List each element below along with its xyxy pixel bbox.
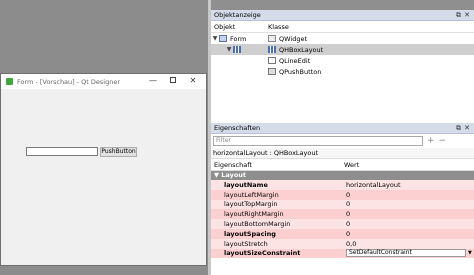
chevron-down-icon[interactable]: ▼ [225,46,233,53]
property-name: layoutLeftMargin [211,189,344,200]
property-row[interactable]: layoutLeftMargin 0 [211,189,474,200]
form-icon [219,35,227,42]
tree-row-pushbutton[interactable]: QPushButton [211,66,474,77]
tree-class-name: QWidget [279,34,308,43]
tree-row-lineedit[interactable]: QLineEdit [211,55,474,66]
size-constraint-dropdown[interactable]: SetDefaultConstraint [346,249,466,258]
tree-class-name: QHBoxLayout [279,45,324,54]
property-name: layoutRightMargin [211,209,344,220]
float-icon[interactable]: ⧉ [456,11,461,20]
tree-object-name: Form [230,34,247,43]
property-name: layoutBottomMargin [211,219,344,229]
section-title: Layout [221,171,247,179]
property-row[interactable]: layoutStretch 0,0 [211,238,474,249]
close-icon[interactable]: ✕ [464,124,470,132]
property-value[interactable]: 0 [344,228,474,239]
object-inspector-header: Objektanzeige ⧉ ✕ [211,10,474,21]
property-value[interactable]: 0,0 [344,238,474,249]
qt-designer-icon [6,78,13,85]
widget-icon [268,35,276,42]
property-row[interactable]: layoutName horizontalLayout [211,180,474,190]
property-editor-header: Eigenschaften ⧉ ✕ [211,123,474,134]
property-name: layoutName [211,180,344,190]
property-name: layoutTopMargin [211,199,344,210]
property-columns: Eigenschaft Wert [211,159,474,171]
minimize-icon[interactable]: — [148,76,158,86]
line-edit-icon [268,57,276,64]
hbox-layout-icon [233,46,241,53]
plus-icon[interactable]: + [427,136,435,146]
tree-row-form[interactable]: ▼ Form QWidget [211,33,474,44]
property-editor-panel: Eigenschaften ⧉ ✕ Filter + − horizontalL… [211,123,474,275]
object-inspector-panel: Objektanzeige ⧉ ✕ Objekt Klasse ▼ Form Q… [211,10,474,124]
property-row[interactable]: layoutRightMargin 0 [211,209,474,220]
hbox-layout-icon [268,46,276,53]
property-name: layoutSizeConstraint [211,248,344,259]
property-row[interactable]: layoutTopMargin 0 [211,199,474,210]
column-class[interactable]: Klasse [268,23,289,31]
push-button-icon [268,68,276,75]
property-value-cell: SetDefaultConstraint ▼ [344,248,474,259]
form-titlebar[interactable]: Form - [Vorschau] - Qt Designer — ✕ [1,74,206,89]
float-icon[interactable]: ⧉ [456,124,461,133]
property-row[interactable]: layoutSizeConstraint SetDefaultConstrain… [211,248,474,259]
property-value[interactable]: 0 [344,189,474,200]
chevron-down-icon[interactable]: ▼ [211,35,219,42]
maximize-icon[interactable] [168,76,178,86]
close-icon[interactable]: ✕ [464,11,470,19]
form-preview-window[interactable]: Form - [Vorschau] - Qt Designer — ✕ Push… [0,73,207,266]
tree-class-name: QLineEdit [279,56,311,65]
property-name: layoutSpacing [211,228,344,239]
column-property[interactable]: Eigenschaft [211,161,344,169]
tree-class-name: QPushButton [279,67,322,76]
section-layout[interactable]: ▼ Layout [211,171,474,180]
property-editor-title: Eigenschaften [214,124,261,132]
tree-row-hboxlayout[interactable]: ▼ QHBoxLayout [211,44,474,55]
object-inspector-columns: Objekt Klasse [211,21,474,33]
selected-object-line: horizontalLayout : QHBoxLayout [211,148,474,159]
form-window-title: Form - [Vorschau] - Qt Designer [17,77,121,86]
filter-row: Filter + − [211,134,474,148]
property-name: layoutStretch [211,238,344,249]
minus-icon[interactable]: − [439,136,447,146]
object-inspector-title: Objektanzeige [214,11,261,19]
line-edit[interactable] [26,147,98,156]
push-button[interactable]: PushButton [100,147,137,157]
column-value[interactable]: Wert [344,161,359,169]
column-object[interactable]: Objekt [211,23,268,31]
property-value[interactable]: 0 [344,219,474,229]
property-value[interactable]: horizontalLayout [344,180,474,190]
chevron-down-icon[interactable]: ▼ [468,250,472,256]
property-row[interactable]: layoutBottomMargin 0 [211,219,474,229]
property-row[interactable]: layoutSpacing 0 [211,228,474,239]
close-icon[interactable]: ✕ [188,76,198,86]
property-value[interactable]: 0 [344,199,474,210]
filter-input[interactable]: Filter [213,136,423,146]
property-value[interactable]: 0 [344,209,474,220]
